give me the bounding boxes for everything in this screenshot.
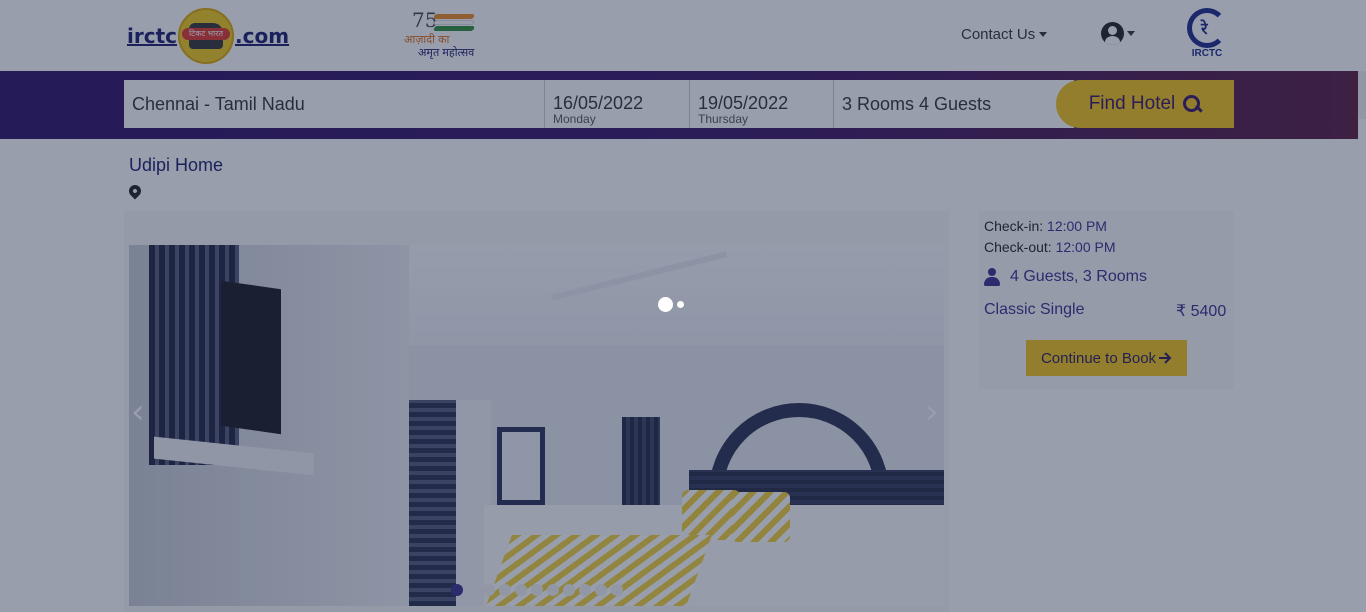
spinner-dot xyxy=(677,301,684,308)
loading-spinner-icon xyxy=(658,297,684,312)
spinner-dot xyxy=(658,297,673,312)
